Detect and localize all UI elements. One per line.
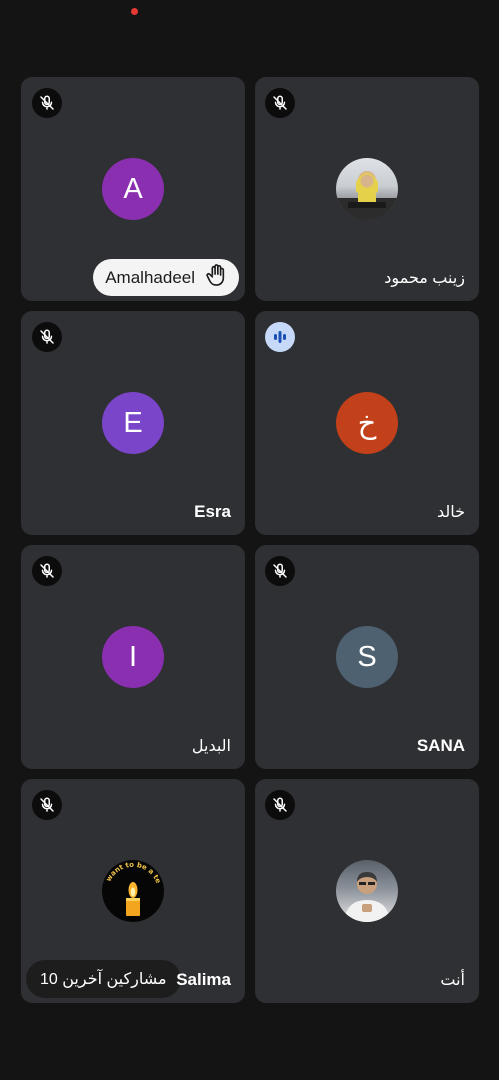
participant-name: خالد	[436, 504, 465, 521]
avatar: A	[102, 158, 164, 220]
participant-tile-you[interactable]: أنت	[255, 779, 479, 1003]
participant-name: Esra	[194, 502, 231, 521]
participant-tile-amalhadeel[interactable]: A Amalhadeel	[21, 77, 245, 301]
more-participants-button[interactable]: 10 مشاركين آخرين	[26, 960, 181, 998]
avatar-photo	[336, 158, 398, 220]
mic-off-icon	[32, 88, 62, 118]
participant-name: زينب محمود	[384, 270, 465, 287]
mic-off-icon	[265, 790, 295, 820]
mic-off-icon	[32, 790, 62, 820]
recording-indicator	[131, 8, 138, 15]
avatar: E	[102, 392, 164, 454]
avatar-photo-caption: want to be a teacher	[102, 860, 162, 885]
svg-text:want to be a teacher: want to be a teacher	[102, 860, 162, 885]
mic-off-icon	[265, 88, 295, 118]
raised-hand-badge: Amalhadeel	[93, 259, 239, 296]
candle-avatar-photo: want to be a teacher	[102, 860, 164, 922]
avatar: خ	[336, 392, 398, 454]
avatar: S	[336, 626, 398, 688]
participant-name: SANA	[416, 736, 465, 755]
mic-off-icon	[32, 556, 62, 586]
participant-tile-albadeel[interactable]: I البديل	[21, 545, 245, 769]
participant-name: Salima	[176, 970, 231, 989]
participant-tile-sana[interactable]: S SANA	[255, 545, 479, 769]
mic-off-icon	[265, 556, 295, 586]
mic-off-icon	[32, 322, 62, 352]
raised-hand-icon	[205, 263, 227, 292]
participant-name: البديل	[191, 738, 231, 755]
audio-bars-icon	[265, 322, 295, 352]
participant-tile-zainab[interactable]: زينب محمود	[255, 77, 479, 301]
participant-tile-esra[interactable]: E Esra	[21, 311, 245, 535]
participant-tile-salima[interactable]: want to be a teacher 10 مشاركين آخرين Sa…	[21, 779, 245, 1003]
participant-name: أنت	[440, 972, 465, 989]
participant-name: Amalhadeel	[105, 267, 195, 287]
avatar: I	[102, 626, 164, 688]
avatar-photo	[336, 860, 398, 922]
participant-tile-khaled[interactable]: خ خالد	[255, 311, 479, 535]
